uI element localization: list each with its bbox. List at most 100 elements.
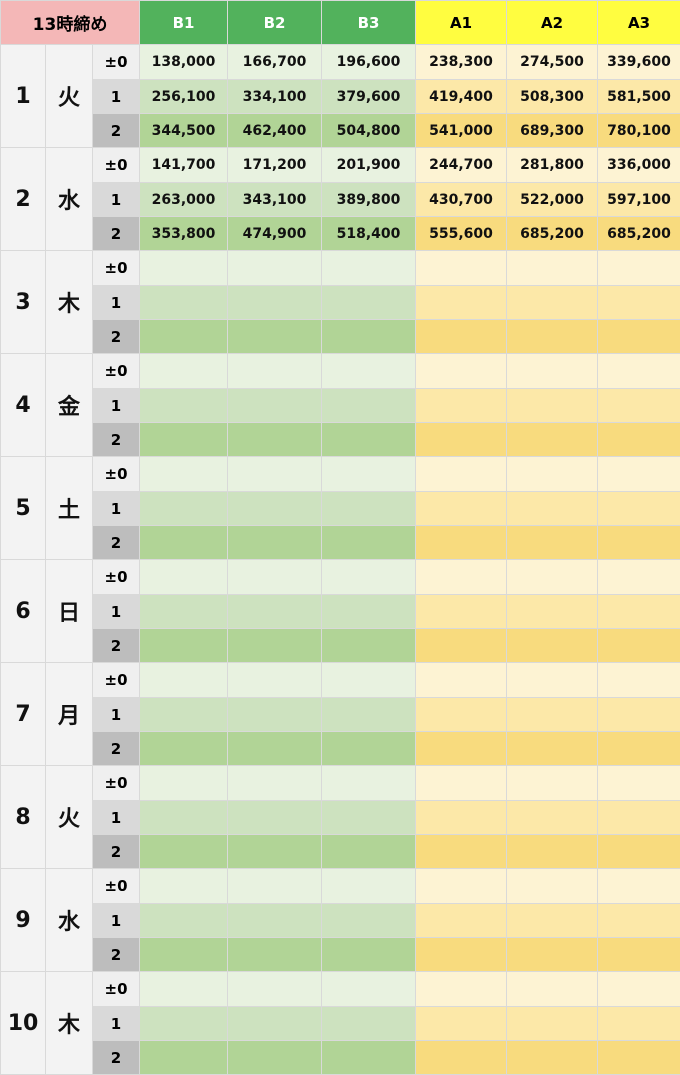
price-cell[interactable]: 419,400 (416, 80, 507, 114)
price-cell[interactable]: 597,100 (598, 183, 680, 217)
price-cell[interactable] (322, 595, 416, 629)
price-cell[interactable] (140, 938, 228, 972)
price-cell[interactable]: 379,600 (322, 80, 416, 114)
price-cell[interactable] (322, 629, 416, 663)
price-cell[interactable] (598, 286, 680, 320)
price-cell[interactable] (228, 526, 322, 560)
price-cell[interactable] (322, 766, 416, 801)
price-cell[interactable] (507, 560, 598, 595)
price-cell[interactable] (598, 492, 680, 526)
price-cell[interactable] (507, 423, 598, 457)
price-cell[interactable] (140, 320, 228, 354)
price-cell[interactable] (507, 904, 598, 938)
price-cell[interactable]: 238,300 (416, 45, 507, 80)
price-cell[interactable] (322, 732, 416, 766)
price-cell[interactable] (507, 457, 598, 492)
price-cell[interactable] (322, 801, 416, 835)
price-cell[interactable] (322, 457, 416, 492)
price-cell[interactable] (507, 526, 598, 560)
col-header-a1[interactable]: A1 (416, 1, 507, 45)
price-cell[interactable] (228, 560, 322, 595)
price-cell[interactable] (416, 938, 507, 972)
price-cell[interactable] (416, 560, 507, 595)
price-cell[interactable] (416, 320, 507, 354)
price-cell[interactable] (416, 698, 507, 732)
price-cell[interactable] (140, 629, 228, 663)
price-cell[interactable] (598, 251, 680, 286)
price-cell[interactable] (322, 1007, 416, 1041)
price-cell[interactable] (507, 972, 598, 1007)
price-cell[interactable] (507, 492, 598, 526)
price-cell[interactable]: 344,500 (140, 114, 228, 148)
price-cell[interactable]: 474,900 (228, 217, 322, 251)
price-cell[interactable] (228, 320, 322, 354)
price-cell[interactable] (140, 1041, 228, 1075)
price-cell[interactable] (507, 938, 598, 972)
price-cell[interactable] (140, 389, 228, 423)
price-cell[interactable] (228, 732, 322, 766)
price-cell[interactable] (598, 972, 680, 1007)
col-header-b1[interactable]: B1 (140, 1, 228, 45)
price-cell[interactable]: 522,000 (507, 183, 598, 217)
price-cell[interactable] (322, 492, 416, 526)
price-cell[interactable] (140, 698, 228, 732)
price-cell[interactable] (416, 492, 507, 526)
price-cell[interactable] (322, 389, 416, 423)
price-cell[interactable] (140, 423, 228, 457)
price-cell[interactable]: 263,000 (140, 183, 228, 217)
price-cell[interactable] (228, 972, 322, 1007)
price-cell[interactable]: 555,600 (416, 217, 507, 251)
price-cell[interactable]: 141,700 (140, 148, 228, 183)
price-cell[interactable]: 336,000 (598, 148, 680, 183)
price-cell[interactable] (507, 354, 598, 389)
price-cell[interactable] (140, 595, 228, 629)
price-cell[interactable] (507, 801, 598, 835)
price-cell[interactable]: 389,800 (322, 183, 416, 217)
price-cell[interactable] (507, 835, 598, 869)
price-cell[interactable] (416, 629, 507, 663)
price-cell[interactable] (507, 389, 598, 423)
price-cell[interactable]: 462,400 (228, 114, 322, 148)
price-cell[interactable] (598, 1007, 680, 1041)
price-cell[interactable] (322, 320, 416, 354)
price-cell[interactable] (322, 423, 416, 457)
price-cell[interactable] (322, 526, 416, 560)
price-cell[interactable] (140, 457, 228, 492)
col-header-b3[interactable]: B3 (322, 1, 416, 45)
price-cell[interactable] (507, 286, 598, 320)
price-cell[interactable] (228, 457, 322, 492)
price-cell[interactable]: 201,900 (322, 148, 416, 183)
price-cell[interactable] (598, 835, 680, 869)
price-cell[interactable] (322, 938, 416, 972)
price-cell[interactable] (416, 423, 507, 457)
price-cell[interactable] (140, 560, 228, 595)
price-cell[interactable] (228, 286, 322, 320)
price-cell[interactable] (140, 801, 228, 835)
price-cell[interactable] (416, 869, 507, 904)
price-cell[interactable]: 281,800 (507, 148, 598, 183)
price-cell[interactable]: 244,700 (416, 148, 507, 183)
col-header-a3[interactable]: A3 (598, 1, 680, 45)
price-cell[interactable]: 256,100 (140, 80, 228, 114)
price-cell[interactable] (140, 732, 228, 766)
price-cell[interactable]: 504,800 (322, 114, 416, 148)
price-cell[interactable]: 430,700 (416, 183, 507, 217)
price-cell[interactable] (598, 869, 680, 904)
price-cell[interactable] (507, 251, 598, 286)
price-cell[interactable] (228, 904, 322, 938)
price-cell[interactable] (598, 1041, 680, 1075)
price-cell[interactable] (140, 904, 228, 938)
price-cell[interactable] (416, 835, 507, 869)
price-cell[interactable]: 274,500 (507, 45, 598, 80)
price-cell[interactable] (322, 354, 416, 389)
price-cell[interactable] (507, 1007, 598, 1041)
price-cell[interactable] (416, 251, 507, 286)
price-cell[interactable]: 353,800 (140, 217, 228, 251)
price-cell[interactable] (228, 423, 322, 457)
price-cell[interactable] (416, 354, 507, 389)
price-cell[interactable] (416, 801, 507, 835)
price-cell[interactable] (322, 904, 416, 938)
price-cell[interactable] (322, 698, 416, 732)
price-cell[interactable] (140, 286, 228, 320)
price-cell[interactable] (140, 1007, 228, 1041)
